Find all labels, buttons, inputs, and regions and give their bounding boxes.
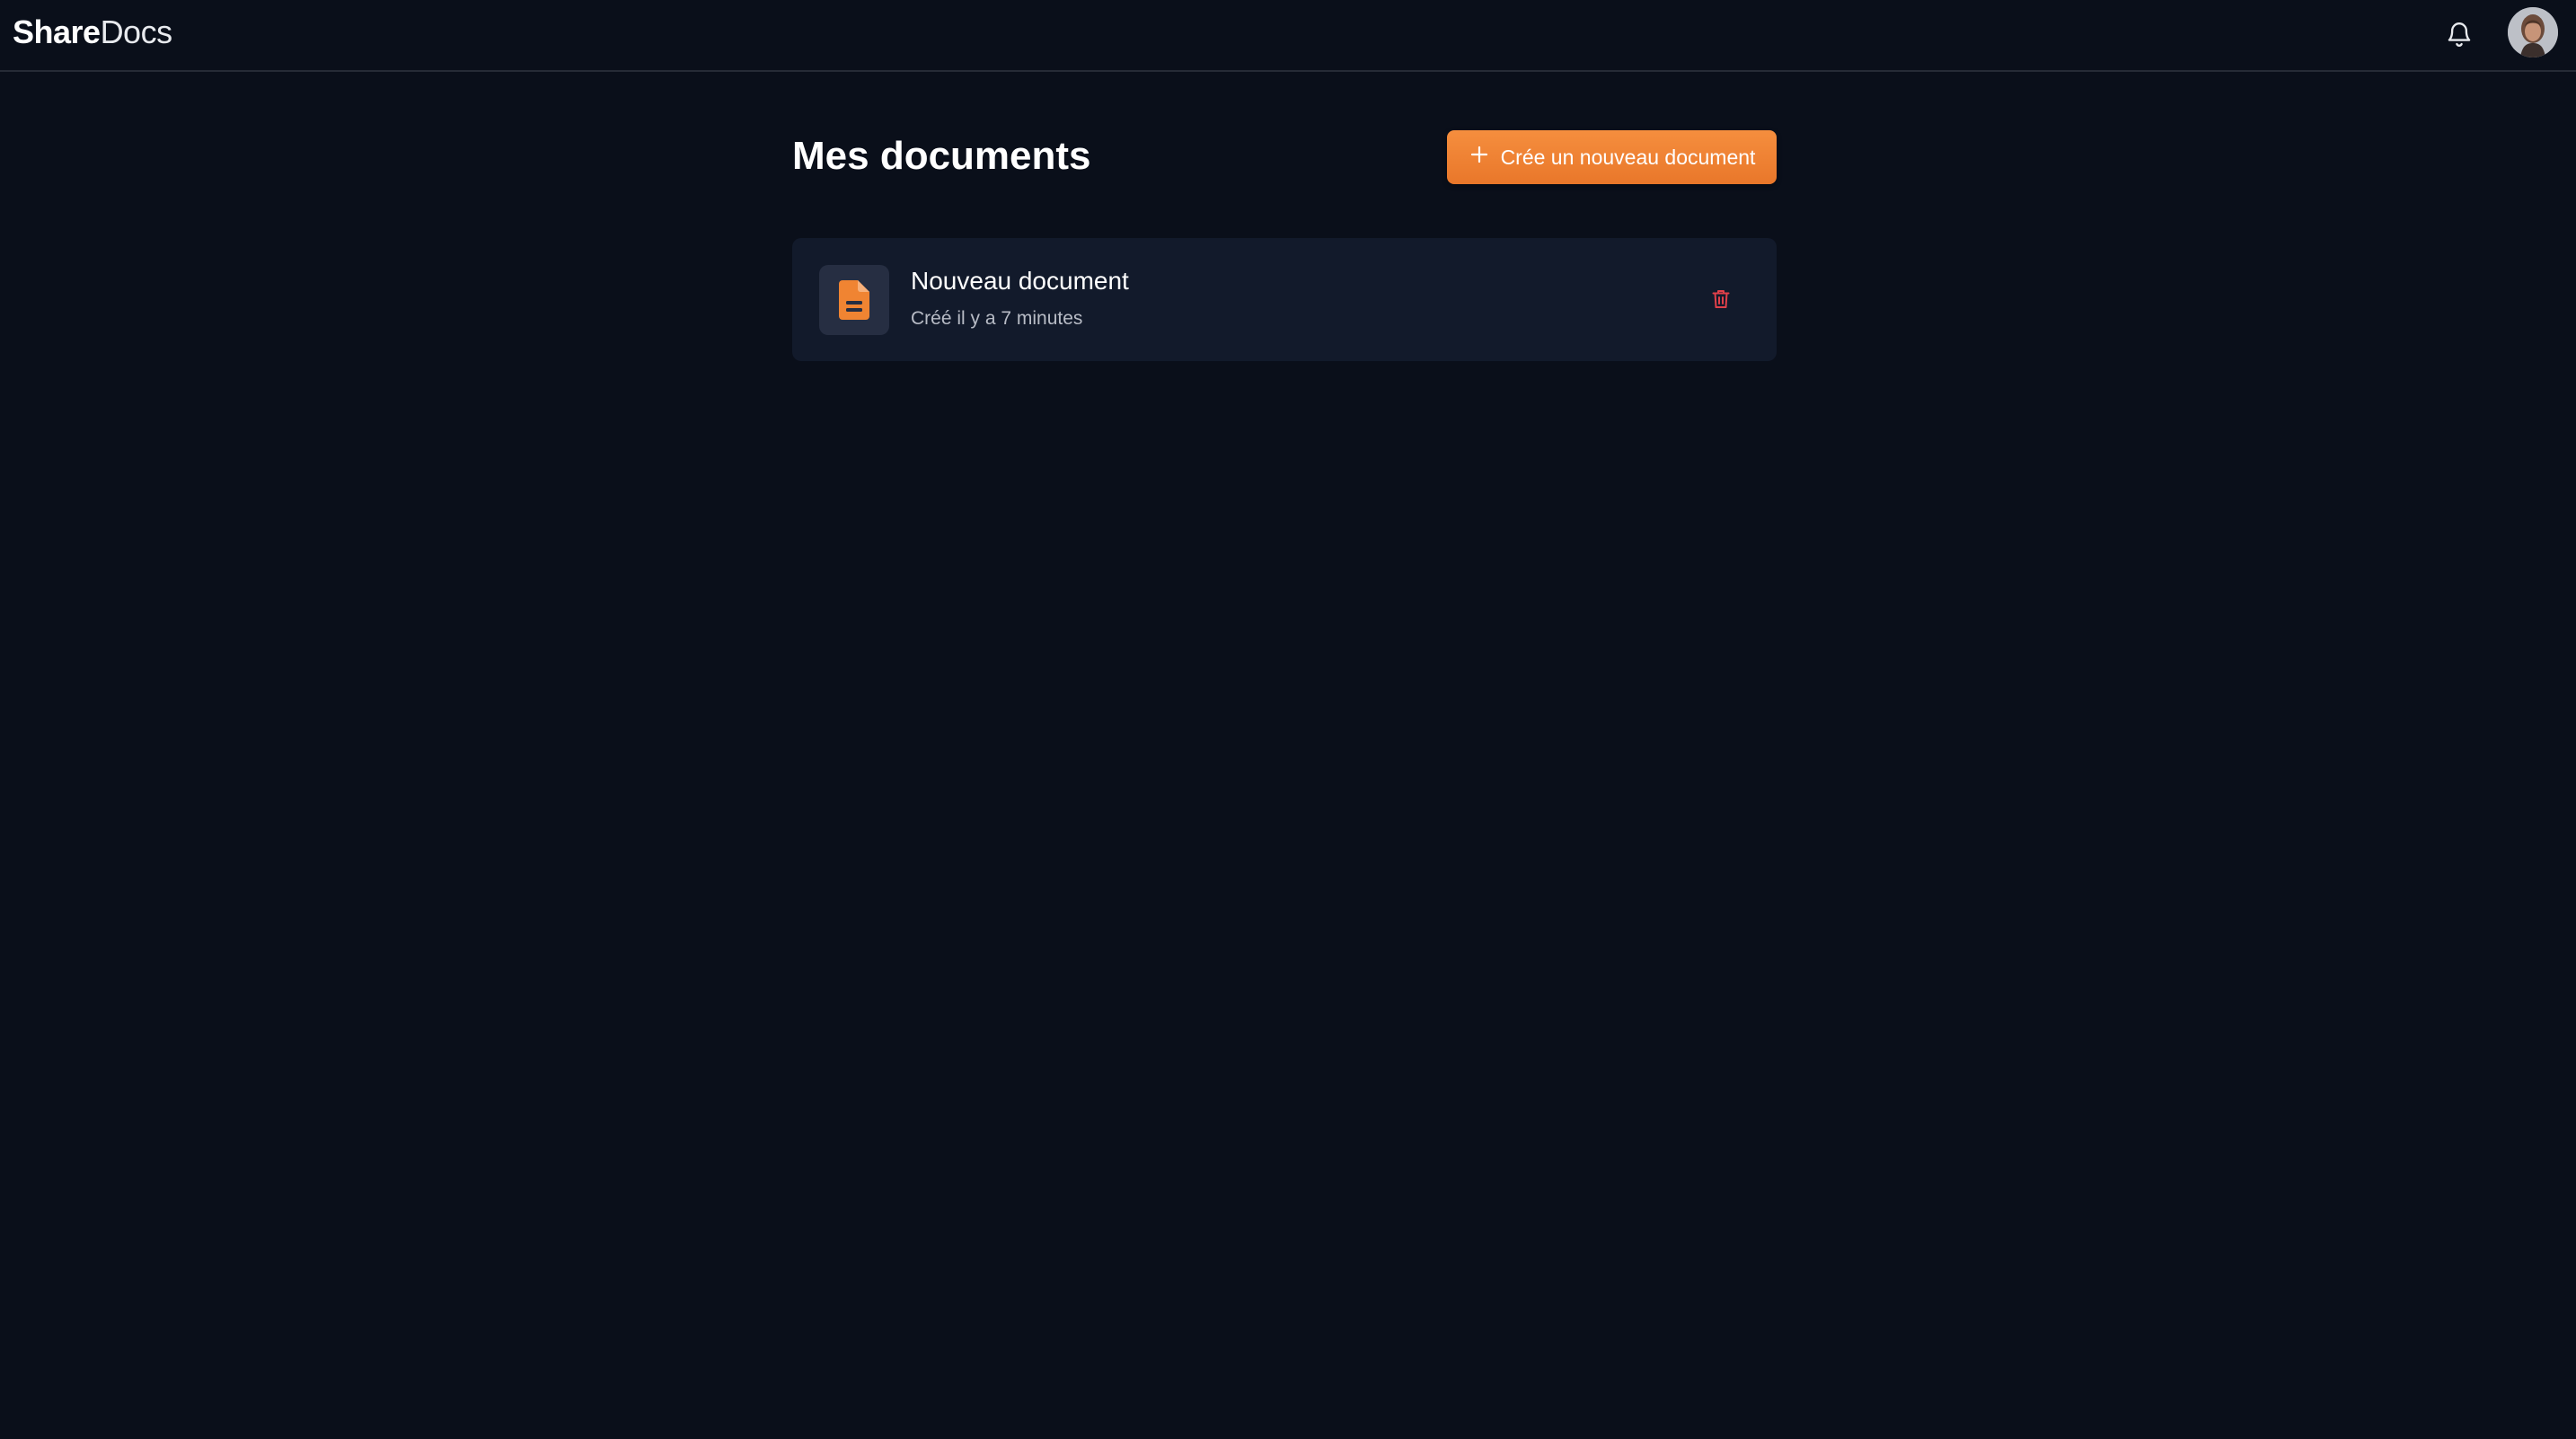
document-icon	[819, 265, 889, 335]
document-list-item[interactable]: Nouveau document Créé il y a 7 minutes	[792, 238, 1777, 361]
bell-icon[interactable]	[2439, 14, 2479, 54]
plus-icon	[1469, 144, 1490, 171]
document-title: Nouveau document	[911, 267, 1129, 295]
top-navigation-bar: ShareDocs	[0, 0, 2576, 72]
trash-icon[interactable]	[1705, 283, 1737, 315]
user-avatar[interactable]	[2508, 7, 2558, 57]
logo-docs-text: Docs	[100, 13, 173, 50]
app-logo[interactable]: ShareDocs	[13, 13, 172, 52]
page-title: Mes documents	[792, 134, 1091, 178]
logo-share-text: Share	[13, 13, 101, 50]
create-document-button[interactable]: Crée un nouveau document	[1447, 130, 1777, 184]
create-document-label: Crée un nouveau document	[1500, 145, 1756, 169]
document-created-time: Créé il y a 7 minutes	[911, 308, 1083, 329]
